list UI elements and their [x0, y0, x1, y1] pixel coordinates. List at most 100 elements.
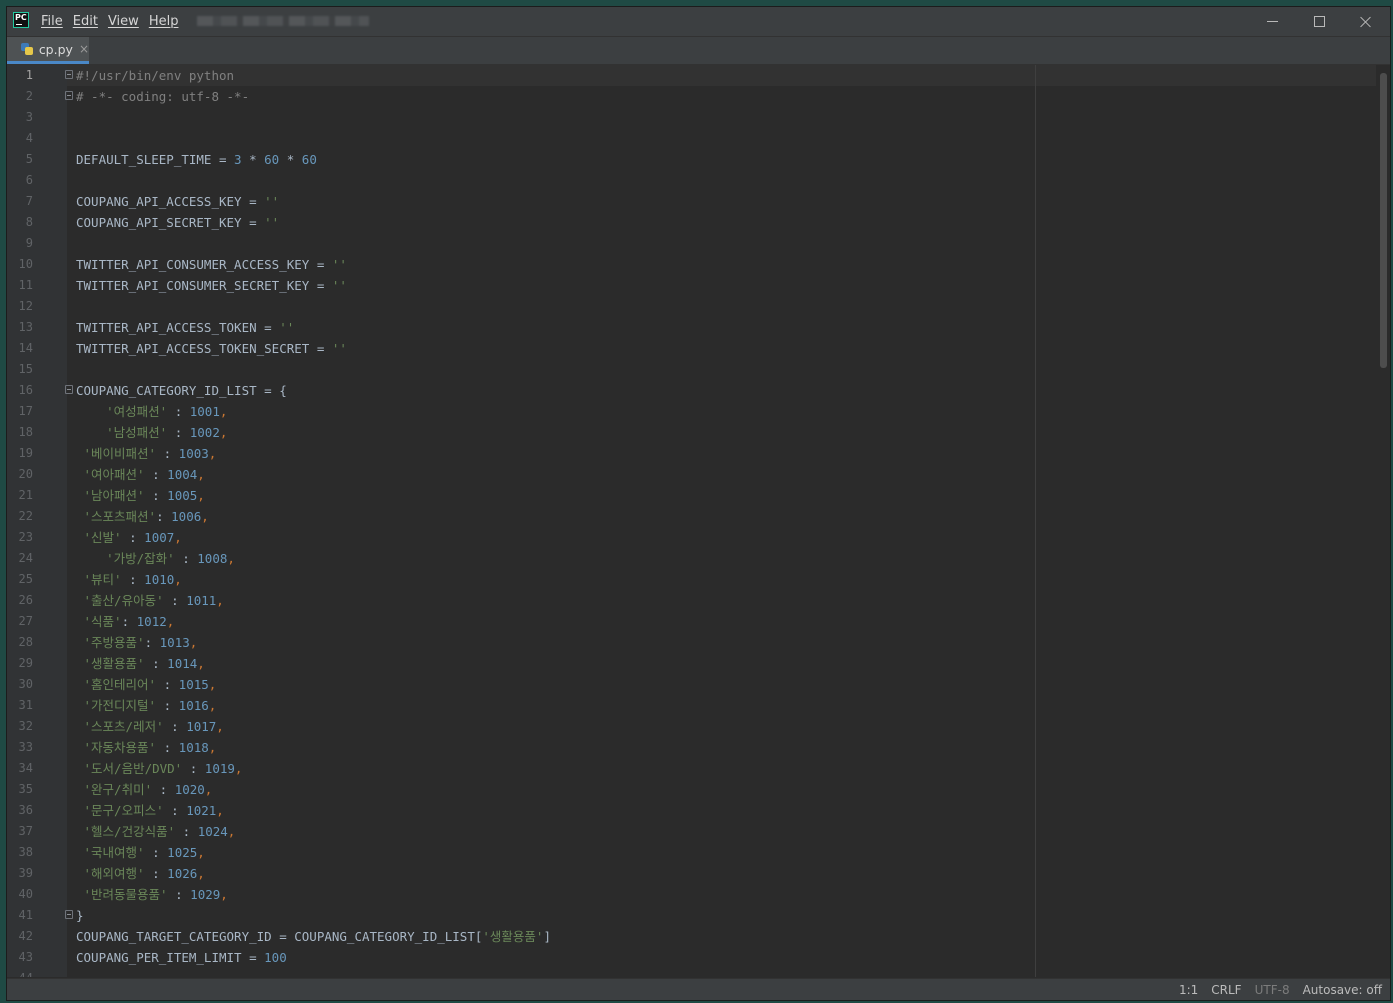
- autosave-status[interactable]: Autosave: off: [1303, 983, 1382, 997]
- code-text: :: [163, 803, 187, 818]
- code-operator: ,: [174, 530, 182, 545]
- code-line[interactable]: 26 '출산/유아동' : 1011,: [7, 590, 1367, 611]
- code-line[interactable]: 42 COUPANG_TARGET_CATEGORY_ID = COUPANG_C…: [7, 926, 1367, 947]
- line-number: 23: [18, 530, 33, 544]
- code-line[interactable]: 33 '자동차용품' : 1018,: [7, 737, 1367, 758]
- fold-marker-icon[interactable]: [65, 70, 73, 79]
- code-line[interactable]: 35 '완구/취미' : 1020,: [7, 779, 1367, 800]
- code-line[interactable]: 5 DEFAULT_SLEEP_TIME = 3 * 60 * 60: [7, 149, 1367, 170]
- code-line[interactable]: 24 '가방/잡화' : 1008,: [7, 548, 1367, 569]
- code-text: :: [156, 509, 172, 524]
- code-content: '남성패션' : 1002,: [76, 422, 227, 443]
- code-line[interactable]: 21 '남아패션' : 1005,: [7, 485, 1367, 506]
- line-number: 30: [18, 677, 33, 691]
- code-content: #!/usr/bin/env python: [76, 65, 234, 86]
- code-line[interactable]: 18 '남성패션' : 1002,: [7, 422, 1367, 443]
- line-number: 32: [18, 719, 33, 733]
- code-operator: ,: [208, 677, 217, 692]
- code-line[interactable]: 25 '뷰티' : 1010,: [7, 569, 1367, 590]
- code-line[interactable]: 30 '홈인테리어' : 1015,: [7, 674, 1367, 695]
- tab-close-icon[interactable]: ×: [79, 42, 89, 56]
- code-line[interactable]: 8 COUPANG_API_SECRET_KEY = '': [7, 212, 1367, 233]
- code-text: DEFAULT_SLEEP_TIME =: [76, 152, 235, 167]
- code-content: DEFAULT_SLEEP_TIME = 3 * 60 * 60: [76, 149, 317, 170]
- code-line[interactable]: 1 #!/usr/bin/env python: [7, 65, 1367, 86]
- code-line[interactable]: 14 TWITTER_API_ACCESS_TOKEN_SECRET = '': [7, 338, 1367, 359]
- code-line[interactable]: 9: [7, 233, 1367, 254]
- code-content: '홈인테리어' : 1015,: [76, 674, 217, 695]
- code-line[interactable]: 6: [7, 170, 1367, 191]
- line-number: 41: [18, 908, 33, 922]
- vertical-scrollbar[interactable]: [1376, 65, 1390, 977]
- menu-view[interactable]: View: [108, 14, 139, 29]
- menu-edit[interactable]: Edit: [73, 14, 98, 29]
- code-line[interactable]: 2 # -*- coding: utf-8 -*-: [7, 86, 1367, 107]
- fold-marker-icon[interactable]: [65, 91, 73, 100]
- code-line[interactable]: 38 '국내여행' : 1025,: [7, 842, 1367, 863]
- tab-cp-py[interactable]: cp.py ×: [7, 37, 89, 64]
- code-string: '': [264, 215, 280, 230]
- code-line[interactable]: 11 TWITTER_API_CONSUMER_SECRET_KEY = '': [7, 275, 1367, 296]
- code-line[interactable]: 15: [7, 359, 1367, 380]
- code-line[interactable]: 3: [7, 107, 1367, 128]
- code-line[interactable]: 17 '여성패션' : 1001,: [7, 401, 1367, 422]
- minimize-button[interactable]: [1249, 7, 1295, 36]
- code-content: '완구/취미' : 1020,: [76, 779, 213, 800]
- code-line[interactable]: 40 '반려동물용품' : 1029,: [7, 884, 1367, 905]
- fold-marker-icon[interactable]: [65, 910, 73, 919]
- code-line[interactable]: 4: [7, 128, 1367, 149]
- file-encoding[interactable]: UTF-8: [1255, 983, 1290, 997]
- code-number: 1014: [167, 656, 198, 671]
- code-line[interactable]: 23 '신발' : 1007,: [7, 527, 1367, 548]
- line-number: 1: [25, 68, 33, 82]
- line-number: 44: [7, 968, 33, 977]
- menu-file[interactable]: File: [41, 14, 63, 29]
- line-number: 12: [18, 299, 33, 313]
- code-line[interactable]: 31 '가전디지털' : 1016,: [7, 695, 1367, 716]
- code-text: :: [156, 740, 179, 755]
- code-editor[interactable]: 1 #!/usr/bin/env python 2 # -*- coding: utf…: [7, 65, 1390, 977]
- code-line[interactable]: 7 COUPANG_API_ACCESS_KEY = '': [7, 191, 1367, 212]
- code-operator: ,: [220, 887, 228, 902]
- code-content: TWITTER_API_CONSUMER_SECRET_KEY = '': [76, 275, 347, 296]
- line-number: 14: [18, 341, 33, 355]
- code-line[interactable]: 43 COUPANG_PER_ITEM_LIMIT = 100: [7, 947, 1367, 968]
- code-number: 1010: [144, 572, 175, 587]
- code-line[interactable]: 36 '문구/오피스' : 1021,: [7, 800, 1367, 821]
- code-line[interactable]: 34 '도서/음반/DVD' : 1019,: [7, 758, 1367, 779]
- code-text: :: [144, 656, 168, 671]
- caret-position[interactable]: 1:1: [1179, 983, 1198, 997]
- code-content: '베이비패션' : 1003,: [76, 443, 217, 464]
- code-line[interactable]: 20 '여아패션' : 1004,: [7, 464, 1367, 485]
- code-line[interactable]: 41}: [7, 905, 1367, 926]
- code-line[interactable]: 32 '스포츠/레저' : 1017,: [7, 716, 1367, 737]
- code-line[interactable]: 37 '헬스/건강식품' : 1024,: [7, 821, 1367, 842]
- code-line[interactable]: 10 TWITTER_API_CONSUMER_ACCESS_KEY = '': [7, 254, 1367, 275]
- code-line[interactable]: 13 TWITTER_API_ACCESS_TOKEN = '': [7, 317, 1367, 338]
- code-line[interactable]: 19 '베이비패션' : 1003,: [7, 443, 1367, 464]
- code-string: '여성패션': [106, 404, 168, 419]
- close-window-button[interactable]: [1343, 7, 1389, 36]
- code-line[interactable]: 39 '해외여행' : 1026,: [7, 863, 1367, 884]
- line-number: 39: [18, 866, 33, 880]
- code-line[interactable]: 29 '생활용품' : 1014,: [7, 653, 1367, 674]
- code-operator: ,: [189, 635, 198, 650]
- maximize-icon: [1313, 16, 1325, 27]
- code-line[interactable]: 22 '스포츠패션': 1006,: [7, 506, 1367, 527]
- code-operator: ,: [197, 656, 205, 671]
- line-separator[interactable]: CRLF: [1211, 983, 1241, 997]
- code-string: '남성패션': [106, 425, 168, 440]
- maximize-button[interactable]: [1296, 7, 1342, 36]
- code-string: '': [331, 257, 347, 272]
- code-string: '': [279, 320, 295, 335]
- code-line[interactable]: 12: [7, 296, 1367, 317]
- code-line[interactable]: 16 COUPANG_CATEGORY_ID_LIST = {: [7, 380, 1367, 401]
- scrollbar-thumb[interactable]: [1380, 73, 1387, 368]
- code-line[interactable]: 28 '주방용품': 1013,: [7, 632, 1367, 653]
- code-line[interactable]: 44: [7, 968, 1367, 977]
- menu-help[interactable]: Help: [149, 14, 179, 29]
- code-line[interactable]: 27 '식품': 1012,: [7, 611, 1367, 632]
- fold-marker-icon[interactable]: [65, 385, 73, 394]
